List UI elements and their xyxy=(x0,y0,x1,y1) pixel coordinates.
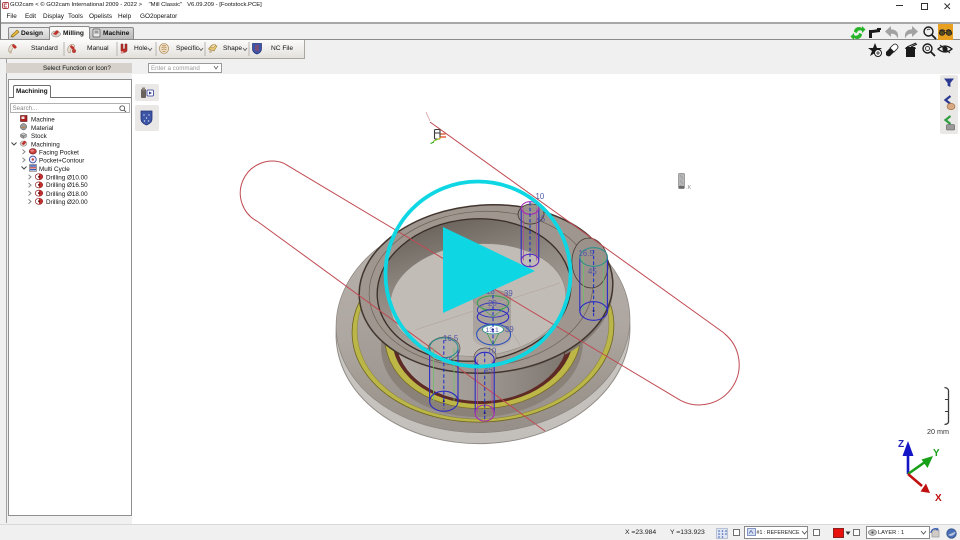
svg-text:10: 10 xyxy=(488,347,497,356)
svg-text:20 mm: 20 mm xyxy=(927,427,949,436)
svg-text:13.1: 13.1 xyxy=(486,327,499,334)
svg-text:.K: .K xyxy=(686,185,692,191)
svg-text:X: X xyxy=(935,493,942,504)
svg-text:39: 39 xyxy=(505,325,514,334)
svg-text:45: 45 xyxy=(588,267,597,276)
svg-text:39: 39 xyxy=(504,289,513,298)
svg-text:16.5: 16.5 xyxy=(579,249,595,258)
svg-text:45: 45 xyxy=(537,215,546,224)
svg-text:Z: Z xyxy=(898,439,904,450)
svg-text:Y: Y xyxy=(933,448,940,459)
svg-text:10: 10 xyxy=(536,192,545,201)
svg-text:20: 20 xyxy=(488,299,497,308)
svg-text:16.5: 16.5 xyxy=(443,334,459,343)
